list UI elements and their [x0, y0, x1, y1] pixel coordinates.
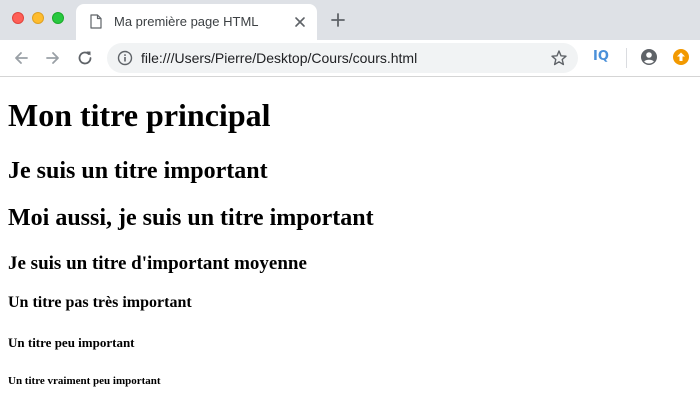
window-maximize-button[interactable] [52, 12, 64, 24]
back-arrow-icon[interactable] [12, 49, 30, 67]
heading-2-first: Je suis un titre important [8, 158, 268, 184]
heading-3: Je suis un titre d'important moyenne [8, 253, 307, 274]
address-bar[interactable]: file:///Users/Pierre/Desktop/Cours/cours… [107, 43, 578, 73]
heading-4: Un titre pas très important [8, 294, 192, 311]
reload-icon[interactable] [76, 49, 94, 67]
page-content: Mon titre principal Je suis un titre imp… [0, 77, 700, 410]
heading-2-second: Moi aussi, je suis un titre important [8, 205, 374, 231]
heading-5: Un titre peu important [8, 335, 135, 350]
document-icon [90, 14, 102, 29]
close-icon[interactable] [293, 15, 307, 29]
info-icon[interactable] [117, 50, 133, 66]
tab-title: Ma première page HTML [114, 14, 259, 29]
window-close-button[interactable] [12, 12, 24, 24]
update-available-icon[interactable] [672, 48, 690, 66]
bookmark-star-icon[interactable] [550, 49, 568, 67]
forward-arrow-icon[interactable] [44, 49, 62, 67]
tab-active[interactable]: Ma première page HTML [76, 4, 317, 40]
profile-avatar-icon[interactable] [640, 48, 658, 66]
heading-6: Un titre vraiment peu important [8, 375, 161, 387]
browser-window: Ma première page HTML file:///Users/Pier… [0, 0, 700, 410]
window-minimize-button[interactable] [32, 12, 44, 24]
heading-1: Mon titre principal [8, 97, 271, 133]
toolbar-separator [626, 48, 627, 68]
url-text[interactable]: file:///Users/Pierre/Desktop/Cours/cours… [141, 50, 417, 66]
tab-strip: Ma première page HTML [0, 0, 700, 40]
new-tab-plus-icon[interactable] [330, 12, 346, 28]
extension-iq-icon[interactable]: IQ [593, 49, 609, 65]
